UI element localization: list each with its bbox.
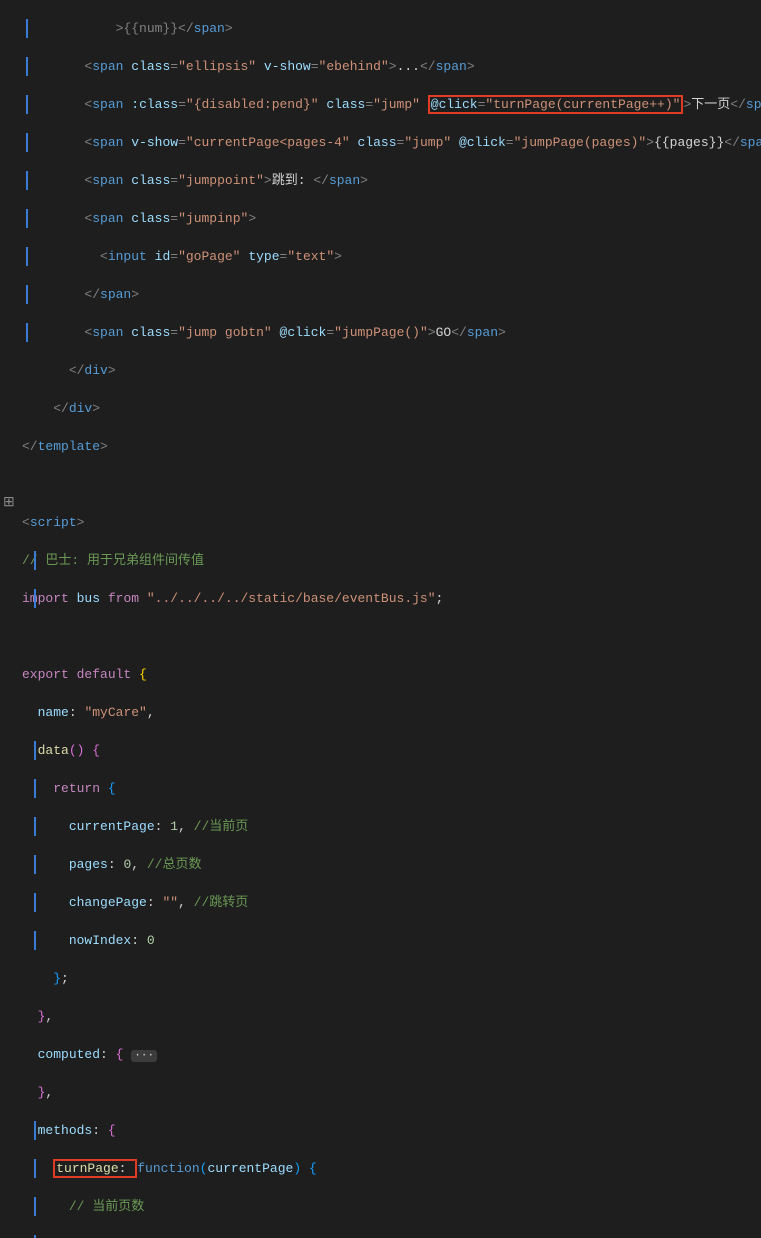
highlight-box-2: turnPage: (53, 1159, 137, 1178)
editor-gutter: ⊞ (0, 0, 18, 619)
fold-ellipsis-icon[interactable]: ··· (131, 1050, 157, 1062)
text: >{{num}}</ (116, 21, 194, 36)
highlight-box-1: @click="turnPage(currentPage++)" (428, 95, 684, 114)
fold-plus-icon[interactable]: ⊞ (3, 494, 15, 513)
code-editor[interactable]: >{{num}}</span> <span class="ellipsis" v… (0, 0, 761, 1238)
